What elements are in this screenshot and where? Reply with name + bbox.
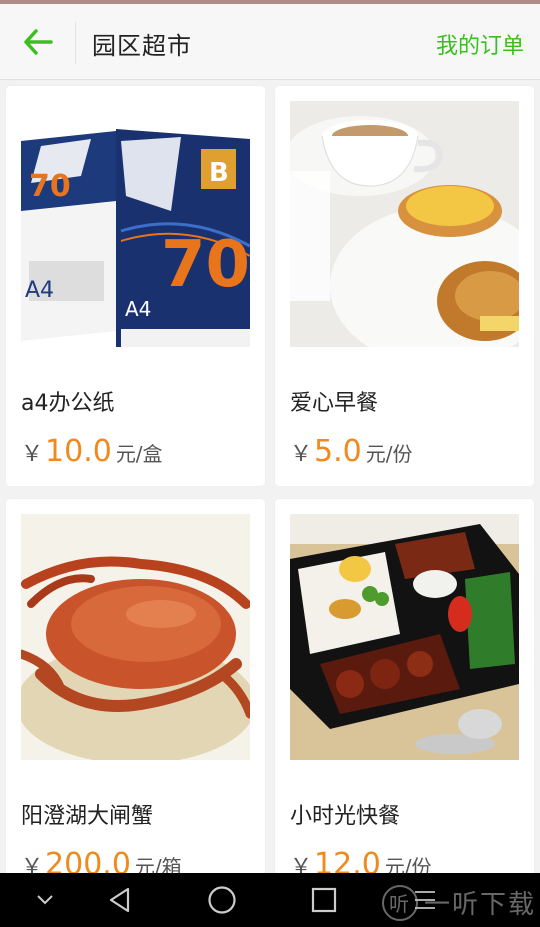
- product-name: 爱心早餐: [290, 391, 379, 416]
- currency-symbol: ￥: [290, 442, 313, 467]
- price-unit: 元/箱: [134, 855, 182, 873]
- product-image: [290, 101, 519, 347]
- hide-nav-button[interactable]: [20, 881, 70, 919]
- svg-text:A4: A4: [25, 278, 54, 303]
- product-card[interactable]: 小时光快餐 ￥ 12.0 元/份: [275, 499, 534, 873]
- back-nav-button[interactable]: [95, 881, 145, 919]
- chevron-down-icon: [37, 895, 53, 905]
- back-triangle-icon: [109, 887, 130, 913]
- price-unit: 元/盒: [115, 442, 163, 466]
- product-name: 阳澄湖大闸蟹: [21, 804, 154, 829]
- bento-meal-photo: [290, 514, 519, 760]
- product-card[interactable]: 爱心早餐 ￥ 5.0 元/份: [275, 86, 534, 486]
- product-image: 70 A4 B 70 A4: [21, 101, 250, 347]
- currency-symbol: ￥: [21, 442, 44, 467]
- product-name: a4办公纸: [21, 391, 115, 416]
- my-orders-link[interactable]: 我的订单: [436, 28, 524, 60]
- product-price: ￥ 5.0 元/份: [290, 434, 412, 469]
- svg-text:A4: A4: [125, 297, 151, 321]
- watermark-logo: 听: [381, 884, 418, 921]
- product-name: 小时光快餐: [290, 804, 401, 829]
- price-amount: 200.0: [45, 847, 131, 873]
- product-image: [21, 514, 250, 760]
- egg-tart-breakfast-photo: [290, 101, 519, 347]
- product-price: ￥ 10.0 元/盒: [21, 434, 163, 469]
- home-nav-button[interactable]: [197, 881, 247, 919]
- recents-square-icon: [311, 887, 337, 913]
- currency-symbol: ￥: [290, 855, 313, 873]
- header-divider: [75, 22, 76, 64]
- price-unit: 元/份: [384, 855, 432, 873]
- product-price: ￥ 200.0 元/箱: [21, 847, 182, 873]
- product-card[interactable]: 70 A4 B 70 A4 a4办公纸 ￥ 10.0 元/盒: [6, 86, 265, 486]
- currency-symbol: ￥: [21, 855, 44, 873]
- svg-text:B: B: [209, 158, 229, 188]
- product-price: ￥ 12.0 元/份: [290, 847, 432, 873]
- app-bar: 园区超市 我的订单: [0, 4, 540, 80]
- price-amount: 5.0: [314, 434, 362, 469]
- arrow-left-icon: [24, 29, 53, 55]
- page-title: 园区超市: [92, 32, 192, 60]
- price-amount: 12.0: [314, 847, 381, 873]
- home-circle-icon: [208, 886, 236, 914]
- watermark-text: 一听下载: [423, 890, 536, 920]
- back-button[interactable]: [14, 18, 62, 66]
- product-grid: 70 A4 B 70 A4 a4办公纸 ￥ 10.0 元/盒 爱心早餐 ￥ 5.…: [0, 80, 540, 873]
- price-amount: 10.0: [45, 434, 112, 469]
- watermark: 听 一听下载: [381, 884, 536, 921]
- svg-text:70: 70: [29, 169, 71, 204]
- product-image: [290, 514, 519, 760]
- price-unit: 元/份: [365, 442, 413, 466]
- product-card[interactable]: 阳澄湖大闸蟹 ￥ 200.0 元/箱: [6, 499, 265, 873]
- a4-paper-box-photo: 70 A4 B 70 A4: [21, 101, 250, 347]
- recents-nav-button[interactable]: [299, 881, 349, 919]
- hairy-crab-photo: [21, 514, 250, 760]
